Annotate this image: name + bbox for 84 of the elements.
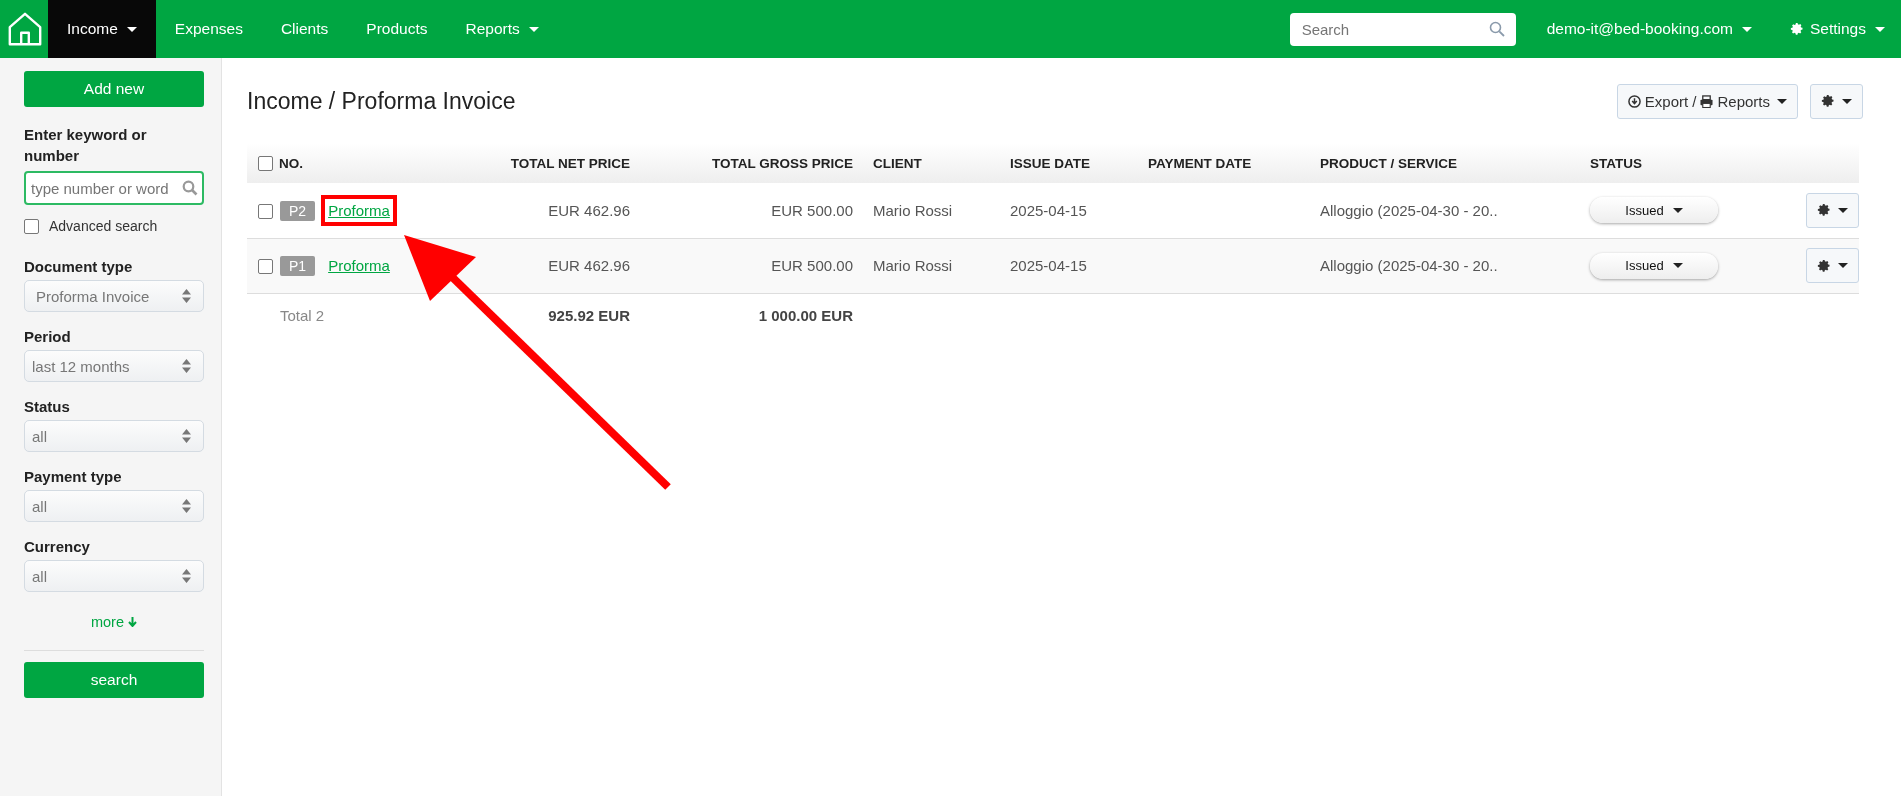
filter-label: Payment type (24, 468, 123, 485)
more-link[interactable]: more (90, 614, 137, 630)
filter-select[interactable]: all (24, 420, 204, 452)
filter-label: Status (24, 398, 71, 415)
table-cell: EUR 462.96 (548, 201, 630, 219)
settings-button[interactable] (1810, 83, 1863, 119)
filter-select[interactable]: all (24, 490, 204, 522)
column-header: ISSUE DATE (1010, 155, 1090, 171)
table-cell: Alloggio (2025-04-30 - 20.. (1320, 201, 1498, 219)
account-menu[interactable]: demo-it@bed-booking.com (1527, 0, 1771, 58)
printer-icon (1700, 94, 1714, 108)
document-link[interactable]: Proforma (321, 250, 397, 281)
sort-arrows-icon (182, 569, 191, 583)
page-title: Income / Proforma Invoice (247, 87, 516, 115)
filter-label: Period (24, 328, 72, 345)
filter-select[interactable]: Proforma Invoice (24, 280, 204, 312)
column-header: PRODUCT / SERVICE (1320, 155, 1458, 171)
document-link[interactable]: Proforma (321, 194, 397, 226)
gear-icon (1821, 94, 1835, 108)
sort-arrows-icon (182, 359, 191, 373)
advanced-search-label: Advanced search (49, 218, 158, 234)
export-reports-button[interactable]: Export / Reports (1616, 83, 1798, 119)
caret-icon (1672, 207, 1683, 213)
download-icon (1627, 94, 1641, 108)
nav-tab[interactable]: Clients (261, 0, 348, 58)
caret-icon (1777, 98, 1787, 104)
column-header: TOTAL GROSS PRICE (711, 155, 853, 171)
status-dropdown[interactable]: Issued (1590, 252, 1718, 279)
column-header: CLIENT (873, 155, 922, 171)
caret-icon (1742, 26, 1752, 32)
table-cell: Mario Rossi (873, 201, 953, 219)
caret-icon (1842, 98, 1852, 104)
home-icon[interactable] (6, 10, 44, 48)
table-cell: EUR 500.00 (771, 201, 853, 219)
row-checkbox[interactable] (258, 259, 273, 275)
nav-tab[interactable]: Expenses (155, 0, 262, 58)
nav-tab[interactable]: Products (347, 0, 447, 58)
status-dropdown[interactable]: Issued (1590, 197, 1718, 224)
caret-icon (1838, 207, 1848, 213)
table-cell: EUR 462.96 (548, 257, 630, 274)
settings-label: Settings (1810, 20, 1866, 38)
row-settings-button[interactable] (1806, 192, 1859, 228)
advanced-search-checkbox[interactable] (24, 218, 39, 234)
table-cell: 2025-04-15 (1010, 257, 1087, 274)
total-net: 925.92 EUR (548, 306, 630, 324)
search-icon (1488, 21, 1505, 37)
filter-select[interactable]: last 12 months (24, 350, 204, 382)
total-gross: 1 000.00 EUR (758, 306, 853, 324)
table-cell: 2025-04-15 (1010, 201, 1087, 219)
sort-arrows-icon (182, 499, 191, 513)
select-all-checkbox[interactable] (258, 155, 273, 171)
settings-menu[interactable]: Settings (1771, 0, 1901, 58)
filter-label: Document type (24, 258, 134, 275)
caret-icon (1838, 263, 1848, 268)
search-button[interactable]: search (24, 662, 204, 698)
table-cell: Mario Rossi (873, 257, 953, 274)
column-header: PAYMENT DATE (1148, 155, 1252, 171)
add-new-button[interactable]: Add new (24, 71, 204, 107)
table-cell: Alloggio (2025-04-30 - 20.. (1320, 257, 1498, 274)
number-badge: P2 (280, 200, 316, 221)
caret-icon (1875, 26, 1885, 32)
sort-arrows-icon (182, 429, 191, 443)
total-count: Total 2 (280, 306, 325, 324)
keyword-field[interactable]: type number or word (24, 171, 204, 205)
keyword-label: Enter keyword or number (24, 125, 148, 166)
gear-icon (1817, 203, 1831, 218)
search-field[interactable]: Search (1289, 12, 1516, 46)
caret-icon (1672, 263, 1683, 268)
table-cell: EUR 500.00 (771, 257, 853, 274)
column-header: STATUS (1590, 155, 1642, 171)
number-badge: P1 (280, 256, 316, 276)
gear-icon (1817, 258, 1831, 273)
column-header: NO. (279, 155, 303, 171)
sort-arrows-icon (182, 289, 191, 303)
nav-tab[interactable]: Reports (446, 0, 558, 58)
down-arrow-icon (128, 617, 137, 627)
row-settings-button[interactable] (1806, 248, 1859, 283)
column-header: TOTAL NET PRICE (510, 155, 630, 171)
gear-icon (1790, 22, 1804, 36)
filter-label: Currency (24, 538, 91, 555)
nav-tab[interactable]: Income (48, 0, 156, 58)
row-checkbox[interactable] (258, 204, 273, 219)
search-icon (182, 180, 198, 196)
filter-select[interactable]: all (24, 560, 204, 592)
